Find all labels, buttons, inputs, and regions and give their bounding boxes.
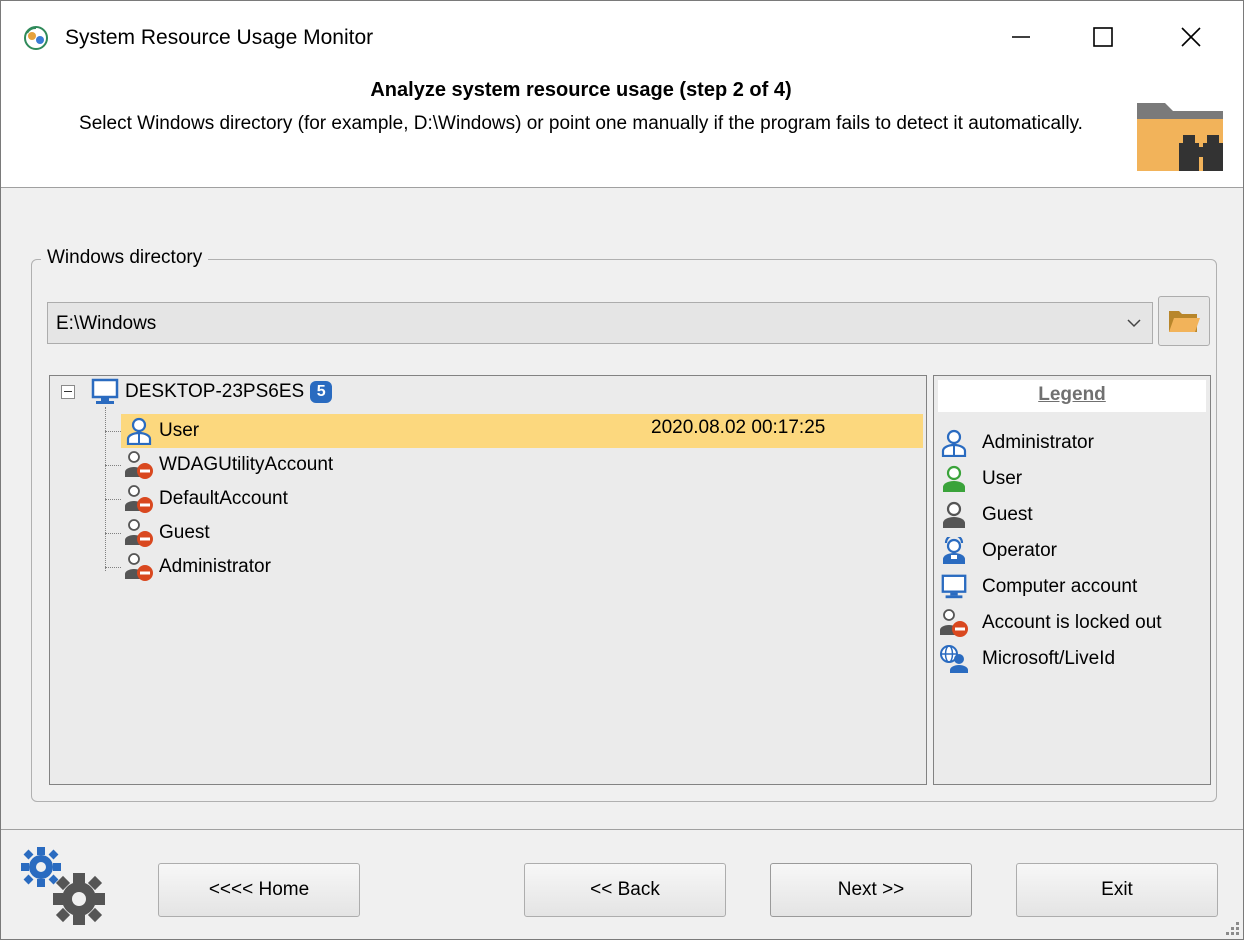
legend-item-guest: Guest: [938, 498, 1033, 532]
legend-item-operator: Operator: [938, 534, 1057, 568]
legend-item-computer-account: Computer account: [938, 570, 1137, 604]
tree-connector: [105, 499, 121, 500]
tree-item-wdagutilityaccount[interactable]: WDAGUtilityAccount: [123, 449, 333, 481]
step-description: Select Windows directory (for example, D…: [79, 113, 1083, 134]
wizard-header: Analyze system resource usage (step 2 of…: [1, 73, 1243, 188]
app-icon: [24, 26, 48, 50]
guest-icon: [938, 499, 970, 531]
tree-item-label: User: [159, 420, 200, 441]
legend-label: User: [982, 468, 1023, 489]
tree-connector: [105, 431, 121, 432]
main-window: System Resource Usage Monitor Analyze sy…: [0, 0, 1244, 940]
legend-label: Operator: [982, 540, 1057, 561]
tree-root-computer[interactable]: DESKTOP-23PS6ES 5: [89, 376, 333, 408]
browse-folder-button[interactable]: [1158, 296, 1210, 346]
legend-item-microsoft-liveid: Microsoft/LiveId: [938, 642, 1115, 676]
folder-search-icon: [1137, 103, 1223, 171]
tree-item-guest[interactable]: Guest: [123, 517, 210, 549]
legend-title: Legend: [938, 380, 1206, 412]
locked-out-icon: [938, 607, 970, 639]
group-label: Windows directory: [41, 247, 209, 269]
maximize-button[interactable]: [1073, 13, 1133, 61]
close-icon: [1181, 27, 1201, 47]
tree-item-label: Guest: [159, 522, 210, 543]
tree-connector: [105, 465, 121, 466]
administrator-icon: [938, 427, 970, 459]
legend-label: Microsoft/LiveId: [982, 648, 1116, 669]
window-title: System Resource Usage Monitor: [65, 26, 374, 49]
home-button[interactable]: <<<< Home: [158, 863, 360, 917]
locked-out-icon: [123, 517, 155, 549]
resize-grip-icon[interactable]: [1223, 919, 1239, 935]
tree-item-label: DefaultAccount: [159, 488, 288, 509]
title-bar[interactable]: System Resource Usage Monitor: [1, 1, 1243, 73]
computer-icon: [938, 571, 970, 603]
chevron-down-icon[interactable]: [1124, 313, 1144, 333]
computer-icon: [89, 376, 121, 408]
tree-item-administrator[interactable]: Administrator: [123, 551, 271, 583]
count-badge: 5: [310, 381, 333, 403]
directory-combobox[interactable]: E:\Windows: [47, 302, 1153, 344]
legend-panel: Legend Administrator User Guest Operator: [933, 375, 1211, 785]
minimize-icon: [1012, 36, 1030, 38]
computer-name: DESKTOP-23PS6ES: [125, 381, 305, 402]
next-button[interactable]: Next >>: [770, 863, 972, 917]
footer-separator: [1, 829, 1243, 830]
tree-connector: [105, 533, 121, 534]
collapse-toggle[interactable]: [61, 385, 75, 399]
back-button[interactable]: << Back: [524, 863, 726, 917]
legend-label: Administrator: [982, 432, 1094, 453]
locked-out-icon: [123, 449, 155, 481]
open-folder-icon: [1169, 311, 1200, 332]
gears-icon: [21, 847, 105, 925]
tree-item-label: Administrator: [159, 556, 271, 577]
legend-item-administrator: Administrator: [938, 426, 1094, 460]
tree-item-user[interactable]: User: [123, 415, 199, 447]
locked-out-icon: [123, 551, 155, 583]
minimize-button[interactable]: [991, 13, 1051, 61]
microsoft-liveid-icon: [938, 643, 970, 675]
legend-item-user: User: [938, 462, 1022, 496]
tree-connector: [105, 567, 121, 568]
step-title: Analyze system resource usage (step 2 of…: [370, 79, 792, 101]
administrator-icon: [123, 415, 155, 447]
operator-icon: [938, 535, 970, 567]
legend-label: Guest: [982, 504, 1033, 525]
tree-item-label: WDAGUtilityAccount: [159, 454, 334, 475]
tree-item-defaultaccount[interactable]: DefaultAccount: [123, 483, 288, 515]
legend-label: Account is locked out: [982, 612, 1162, 633]
directory-value: E:\Windows: [56, 313, 157, 334]
legend-label: Computer account: [982, 576, 1138, 597]
locked-out-icon: [123, 483, 155, 515]
close-button[interactable]: [1161, 13, 1221, 61]
maximize-icon: [1093, 27, 1113, 47]
legend-item-locked-out: Account is locked out: [938, 606, 1162, 640]
exit-button[interactable]: Exit: [1016, 863, 1218, 917]
user-icon: [938, 463, 970, 495]
last-login-date: 2020.08.02 00:17:25: [651, 417, 826, 438]
